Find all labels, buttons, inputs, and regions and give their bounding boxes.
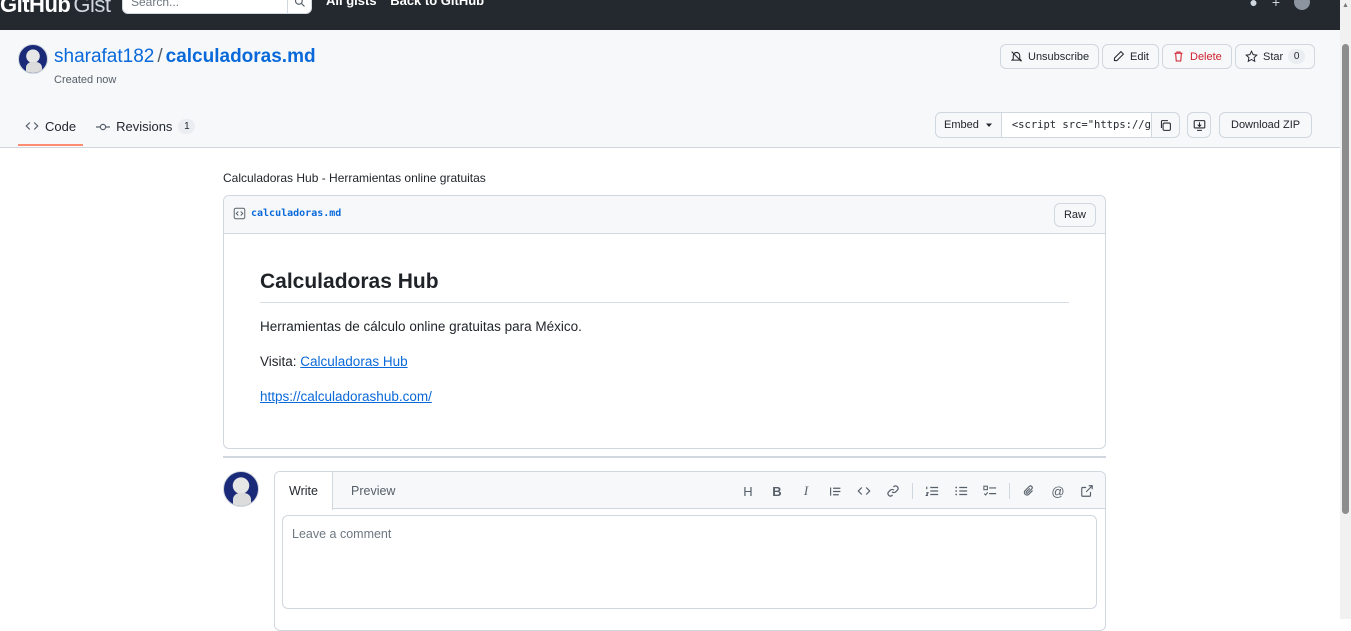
comment-textarea[interactable]: Leave a comment (282, 515, 1097, 609)
file-code-icon (233, 207, 246, 220)
markdown-body: Calculadoras Hub Herramientas de cálculo… (224, 234, 1105, 404)
trash-icon (1174, 51, 1183, 62)
gist-tabs: Code Revisions 1 (18, 108, 208, 148)
delete-label: Delete (1190, 50, 1222, 63)
edit-label: Edit (1130, 50, 1149, 63)
tab-code[interactable]: Code (18, 108, 84, 146)
star-button[interactable]: Star 0 (1235, 44, 1316, 69)
search-button[interactable] (287, 0, 311, 13)
gist-header: sharafat182/calculadoras.md Created now … (0, 30, 1340, 148)
bell-icon[interactable]: ● (1249, 0, 1257, 10)
file-header: calculadoras.md Raw (224, 196, 1105, 234)
plus-icon[interactable]: + (1272, 0, 1280, 10)
tab-code-label: Code (45, 118, 77, 134)
search-placeholder: Search... (131, 0, 180, 9)
bold-icon[interactable]: B (767, 481, 787, 501)
embed-code-input[interactable]: <script src="https://gist.github.com/sha… (1001, 112, 1152, 138)
task-list-icon[interactable] (980, 481, 1000, 501)
pencil-icon (1113, 50, 1125, 62)
clone-desktop-button[interactable] (1187, 112, 1211, 138)
markdown-toolbar: H B I @ (738, 481, 1097, 501)
code-icon (25, 122, 39, 130)
comments-divider (223, 456, 1106, 458)
italic-icon[interactable]: I (796, 481, 816, 501)
embed-group: Embed <script src="https://gist.github.c… (935, 112, 1180, 138)
toolbar-separator (912, 483, 913, 499)
paperclip-icon[interactable] (1019, 481, 1039, 501)
revisions-count: 1 (178, 119, 196, 134)
reference-icon[interactable] (1077, 481, 1097, 501)
comment-tabs: Write Preview H B I @ (275, 472, 1105, 510)
owner-avatar[interactable] (18, 44, 48, 74)
file-name-label: calculadoras.md (251, 208, 342, 219)
top-right-icons: ● + (1249, 0, 1310, 10)
comment-form: Write Preview H B I @ Leave a comment (274, 471, 1106, 631)
title-separator: / (157, 46, 163, 67)
embed-dropdown[interactable]: Embed (935, 112, 1002, 138)
ordered-list-icon[interactable] (922, 481, 942, 501)
visit-prefix: Visita: (260, 354, 301, 369)
star-count: 0 (1288, 49, 1306, 64)
unsubscribe-button[interactable]: Unsubscribe (1000, 44, 1100, 69)
embed-label: Embed (944, 119, 979, 131)
link-icon[interactable] (883, 481, 903, 501)
gist-description: Calculadoras Hub - Herramientas online g… (223, 171, 486, 185)
scrollbar-thumb[interactable] (1342, 44, 1349, 514)
scroll-up-arrow-icon[interactable]: ▲ (1342, 2, 1349, 9)
github-gist-logo[interactable]: GitHub Gist (0, 0, 111, 18)
site-url-link[interactable]: https://calculadorashub.com/ (260, 389, 432, 404)
mention-icon[interactable]: @ (1048, 481, 1068, 501)
markdown-heading: Calculadoras Hub (260, 270, 1069, 303)
search-input[interactable]: Search... (122, 0, 312, 14)
copy-embed-button[interactable] (1151, 112, 1180, 138)
calculadoras-hub-link[interactable]: Calculadoras Hub (300, 354, 407, 369)
download-zip-button[interactable]: Download ZIP (1219, 112, 1313, 138)
top-nav: All gists Back to GitHub (326, 0, 494, 8)
gist-title: sharafat182/calculadoras.md (54, 46, 316, 68)
page-scrollbar[interactable]: ▲ (1340, 0, 1351, 619)
unsubscribe-label: Unsubscribe (1028, 50, 1090, 63)
user-menu-avatar[interactable] (1294, 0, 1310, 10)
copy-icon (1160, 119, 1171, 131)
owner-link[interactable]: sharafat182 (54, 46, 154, 67)
code-icon[interactable] (854, 481, 874, 501)
nav-back-to-github[interactable]: Back to GitHub (390, 0, 484, 8)
quote-icon[interactable] (825, 481, 845, 501)
nav-all-gists[interactable]: All gists (326, 0, 377, 8)
markdown-paragraph: Herramientas de cálculo online gratuitas… (260, 319, 582, 334)
commit-icon (96, 123, 111, 130)
top-bar: GitHub Gist Search... All gists Back to G… (0, 0, 1340, 30)
tab-revisions-label: Revisions (116, 119, 173, 134)
commenter-avatar (223, 471, 259, 507)
bell-slash-icon (1010, 51, 1023, 62)
tab-preview[interactable]: Preview (337, 472, 409, 509)
toolbar-separator (1009, 483, 1010, 499)
delete-button[interactable]: Delete (1162, 44, 1232, 69)
raw-button[interactable]: Raw (1053, 203, 1096, 227)
gist-file-link[interactable]: calculadoras.md (166, 46, 316, 67)
triangle-down-icon (985, 123, 992, 127)
star-label: Star (1263, 50, 1284, 63)
file-name-link[interactable]: calculadoras.md (233, 207, 341, 220)
unordered-list-icon[interactable] (951, 481, 971, 501)
url-paragraph: https://calculadorashub.com/ (260, 389, 1069, 404)
desktop-download-icon (1193, 119, 1205, 131)
heading-icon[interactable]: H (738, 481, 758, 501)
created-time: Created now (54, 74, 117, 86)
file-box: calculadoras.md Raw Calculadoras Hub Her… (223, 195, 1106, 449)
star-icon (1245, 50, 1258, 63)
tab-revisions[interactable]: Revisions 1 (89, 108, 202, 145)
edit-button[interactable]: Edit (1102, 44, 1159, 69)
visit-paragraph: Visita: Calculadoras Hub (260, 354, 1069, 369)
comment-placeholder: Leave a comment (292, 527, 392, 541)
search-icon (294, 0, 305, 7)
tab-write[interactable]: Write (275, 472, 333, 510)
